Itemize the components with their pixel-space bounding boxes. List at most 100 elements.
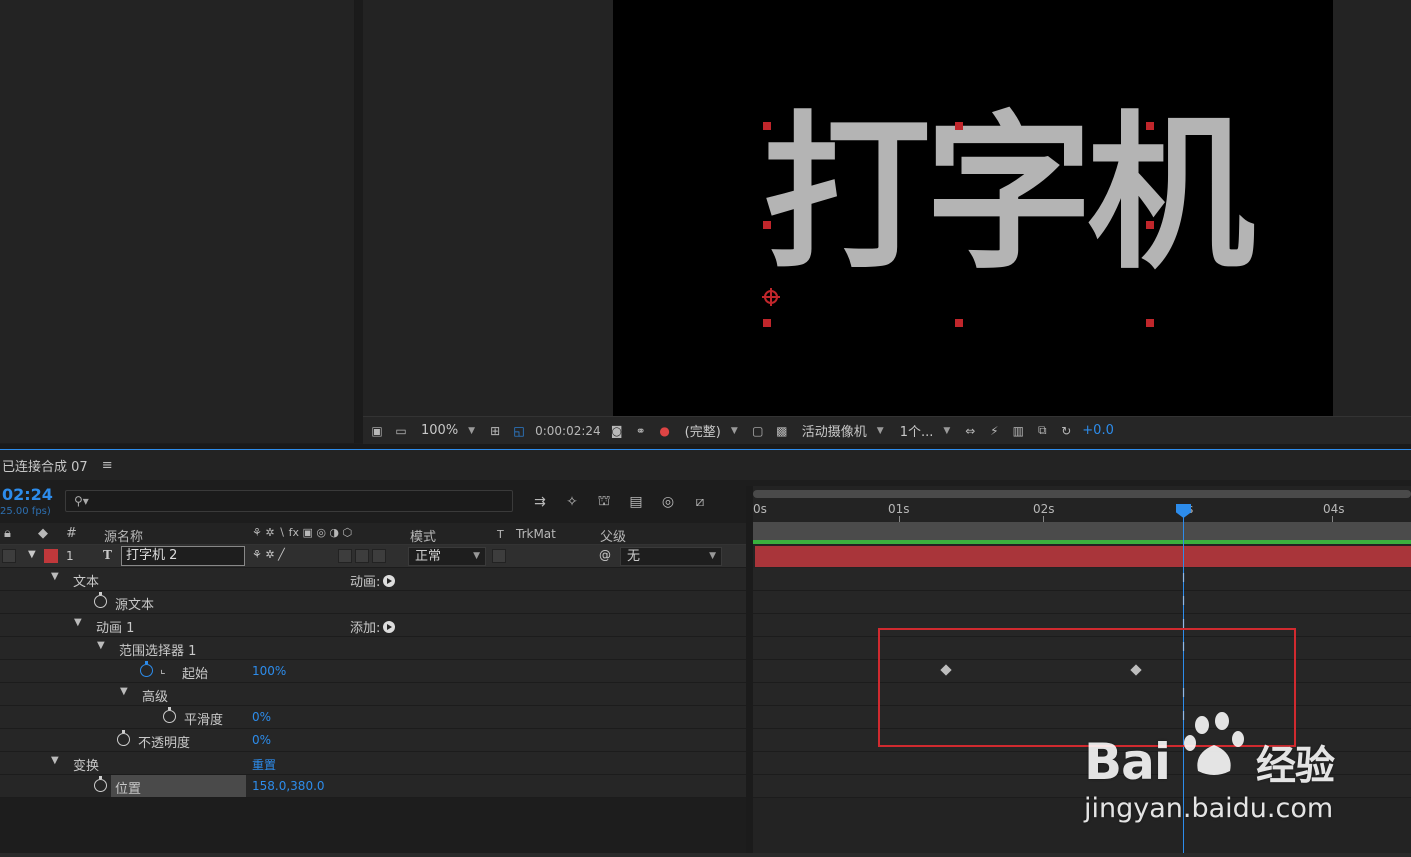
layer-name-field[interactable]: 打字机 2 (121, 546, 245, 566)
switches-icons[interactable]: ⚘ ✲ ∖ fx ▣ ◎ ◑ ⬡ (252, 526, 352, 539)
track-matte-box[interactable] (492, 549, 506, 563)
timeline-search-input[interactable]: ⚲▾ (65, 490, 513, 512)
property-row-opacity[interactable]: 不透明度 0% (0, 729, 746, 752)
panel-menu-icon[interactable]: ≡ (102, 458, 113, 473)
pick-whip-icon[interactable]: @ (599, 548, 611, 562)
column-trkmat[interactable]: TrkMat (516, 527, 556, 541)
property-row-start[interactable]: ⌞ 起始 100% (0, 660, 746, 683)
layer-switch[interactable] (355, 549, 369, 563)
layer-duration-bar[interactable] (755, 546, 1411, 567)
resolution-select[interactable]: (完整) ▼ (681, 420, 742, 442)
chevron-down-icon: ▼ (943, 425, 951, 436)
region-of-interest-icon[interactable]: ▢ (750, 423, 766, 439)
comp-text-layer[interactable]: 打字机 (763, 110, 1255, 278)
hide-shy-layers-icon[interactable]: ⛫ (594, 493, 614, 510)
column-mode[interactable]: 模式 (410, 526, 436, 545)
color-channels-icon[interactable]: ● (657, 423, 673, 439)
property-row-animator[interactable]: ▼ 动画 1 添加: (0, 614, 746, 637)
parent-select[interactable]: 无 ▼ (620, 547, 722, 566)
zoom-select[interactable]: 100% ▼ (417, 420, 479, 442)
stopwatch-icon[interactable] (117, 730, 130, 746)
toggle-pixel-aspect-icon[interactable]: ⇔ (962, 423, 978, 439)
property-row-source-text[interactable]: 源文本 (0, 591, 746, 614)
column-parent[interactable]: 父级 (600, 526, 626, 545)
visibility-switch[interactable] (2, 549, 16, 563)
property-row-range-selector[interactable]: ▼ 范围选择器 1 (0, 637, 746, 660)
property-row-transform[interactable]: ▼ 变换 重置 (0, 752, 746, 775)
text-layer-icon: T (103, 548, 112, 562)
property-value[interactable]: 158.0,380.0 (252, 779, 325, 793)
reset-link[interactable]: 重置 (252, 756, 276, 773)
transform-handle[interactable] (763, 319, 771, 327)
panel-divider[interactable] (355, 0, 363, 443)
composition-canvas[interactable]: 打字机 (613, 0, 1333, 416)
property-row-advanced[interactable]: ▼ 高级 (0, 683, 746, 706)
property-value[interactable]: 100% (252, 664, 286, 678)
twirl-down-icon[interactable]: ▼ (51, 571, 59, 582)
flowchart-icon[interactable]: ⧉ (1034, 423, 1050, 439)
time-navigator[interactable] (753, 490, 1411, 498)
graph-icon[interactable]: ⌞ (160, 662, 166, 676)
layer-switch[interactable] (372, 549, 386, 563)
views-select[interactable]: 1个... ▼ (896, 420, 955, 442)
transform-handle[interactable] (1146, 221, 1154, 229)
graph-editor-icon[interactable]: ⧄ (690, 494, 710, 510)
layer-switches[interactable]: ⚘ ✲ ╱ (252, 548, 285, 561)
lock-icon[interactable]: 🔒︎ (4, 526, 11, 541)
camera-select[interactable]: 活动摄像机 ▼ (798, 420, 888, 442)
show-snapshot-icon[interactable]: ⚭ (633, 423, 649, 439)
timeline-tab-bar: 已连接合成 07 ≡ (0, 450, 1411, 480)
twirl-down-icon[interactable]: ▼ (74, 617, 82, 628)
reset-exposure-icon[interactable]: ↻ (1058, 423, 1074, 439)
transform-handle[interactable] (763, 221, 771, 229)
stopwatch-icon[interactable] (94, 776, 107, 792)
column-t[interactable]: T (497, 528, 504, 541)
label-tag-icon[interactable]: ◆ (38, 526, 48, 541)
stopwatch-icon[interactable] (94, 592, 107, 608)
anchor-point-icon[interactable] (762, 288, 780, 306)
layer-label-color[interactable] (44, 549, 58, 563)
work-area-bar[interactable] (753, 522, 1411, 540)
animate-button[interactable]: 动画: (350, 571, 396, 590)
timeline-tab-title[interactable]: 已连接合成 07 (2, 456, 88, 475)
property-value[interactable]: 0% (252, 733, 271, 747)
timeline-current-time[interactable]: 02:24 (2, 485, 53, 504)
transform-handle[interactable] (1146, 319, 1154, 327)
draft-3d-icon[interactable]: ✧ (562, 494, 582, 510)
timeline-divider[interactable] (746, 486, 753, 853)
viewer-timecode[interactable]: 0:00:02:24 (535, 424, 601, 438)
property-row-text[interactable]: ▼ 文本 动画: (0, 568, 746, 591)
layer-switch[interactable] (338, 549, 352, 563)
column-source-name[interactable]: 源名称 (104, 526, 143, 545)
column-number[interactable]: # (66, 526, 77, 541)
transform-handle[interactable] (1146, 122, 1154, 130)
snapshot-camera-icon[interactable]: ◙ (609, 423, 625, 439)
transform-handle[interactable] (955, 122, 963, 130)
comp-flowchart-icon[interactable]: ⇉ (530, 494, 550, 510)
frame-blending-icon[interactable]: ▤ (626, 494, 646, 510)
transform-handle[interactable] (955, 319, 963, 327)
always-preview-icon[interactable]: ▣ (369, 423, 385, 439)
exposure-value[interactable]: +0.0 (1082, 423, 1114, 438)
twirl-down-icon[interactable]: ▼ (51, 755, 59, 766)
mask-visibility-icon[interactable]: ◱ (511, 423, 527, 439)
property-value[interactable]: 0% (252, 710, 271, 724)
grid-guides-icon[interactable]: ⊞ (487, 423, 503, 439)
stopwatch-icon[interactable] (140, 661, 153, 677)
monitor-icon[interactable]: ▭ (393, 423, 409, 439)
transparency-grid-icon[interactable]: ▩ (774, 423, 790, 439)
blend-mode-select[interactable]: 正常 ▼ (408, 547, 486, 566)
layer-row[interactable]: ▼ 1 T 打字机 2 ⚘ ✲ ╱ 正常 ▼ @ 无 ▼ (0, 545, 746, 568)
time-ruler[interactable]: 0s 01s 02s s 04s (753, 500, 1411, 522)
stopwatch-icon[interactable] (163, 707, 176, 723)
property-row-smoothness[interactable]: 平滑度 0% (0, 706, 746, 729)
twirl-down-icon[interactable]: ▼ (28, 549, 36, 560)
twirl-down-icon[interactable]: ▼ (120, 686, 128, 697)
fast-previews-icon[interactable]: ⚡ (986, 423, 1002, 439)
timeline-icon[interactable]: ▥ (1010, 423, 1026, 439)
motion-blur-icon[interactable]: ◎ (658, 494, 678, 510)
transform-handle[interactable] (763, 122, 771, 130)
add-button[interactable]: 添加: (350, 617, 396, 636)
property-row-position[interactable]: 位置 158.0,380.0 (0, 775, 746, 798)
twirl-down-icon[interactable]: ▼ (97, 640, 105, 651)
